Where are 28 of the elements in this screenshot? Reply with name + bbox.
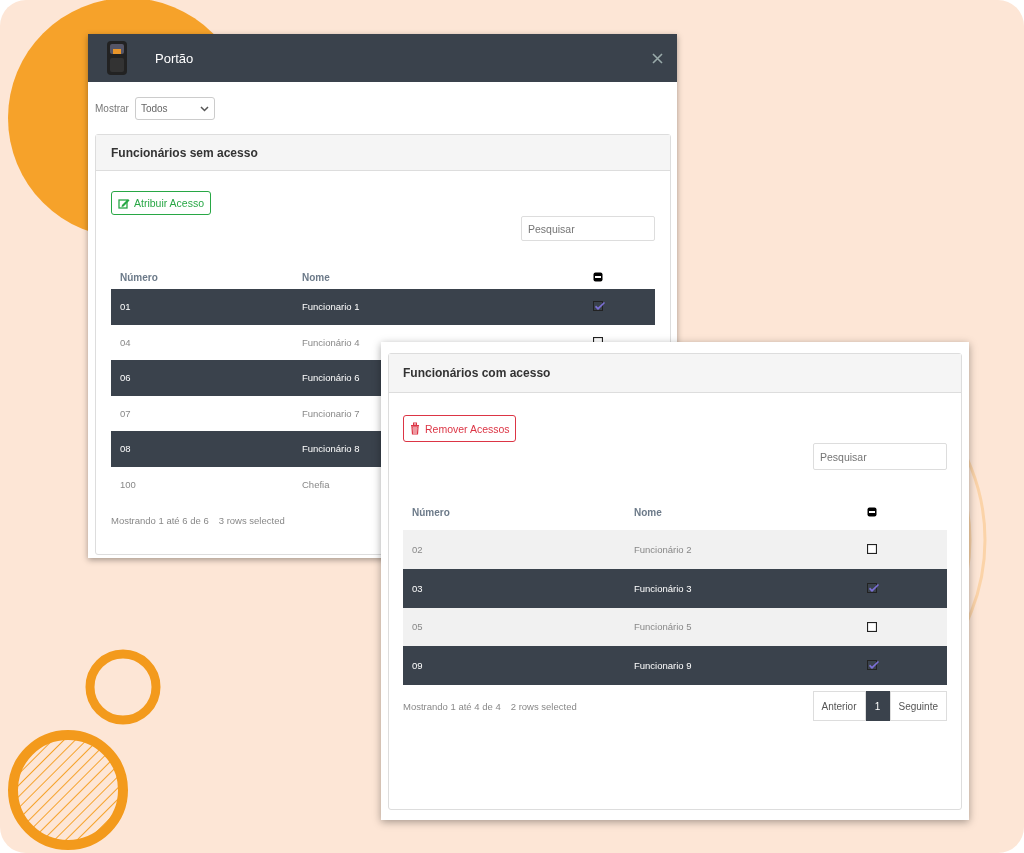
table-cell: 09 bbox=[412, 660, 423, 672]
table-cell: Funcionario 1 bbox=[302, 301, 360, 313]
table-cell: 02 bbox=[412, 543, 423, 555]
table-cell: 03 bbox=[412, 582, 423, 594]
table-cell: 06 bbox=[120, 372, 131, 384]
table-info: Mostrando 1 até 6 de 6 bbox=[111, 515, 209, 526]
table-cell: 04 bbox=[120, 336, 131, 348]
selection-info: 3 rows selected bbox=[218, 515, 285, 526]
table-cell: Funcionário 8 bbox=[302, 443, 360, 455]
table-cell: Chefia bbox=[302, 478, 330, 490]
window-title: Portão bbox=[155, 50, 195, 66]
table-cell: Funcionário 5 bbox=[634, 621, 692, 633]
filter-label: Mostrar bbox=[95, 103, 129, 114]
table-info: Mostrando 1 até 4 de 4 bbox=[403, 700, 501, 712]
table-cell: 05 bbox=[412, 621, 423, 633]
table-cell: 100 bbox=[120, 478, 136, 490]
table-cell: Funcionário 4 bbox=[302, 336, 360, 348]
table-cell: Funcionario 7 bbox=[302, 407, 360, 419]
table-cell: Funcionario 9 bbox=[634, 660, 692, 672]
table-cell: 01 bbox=[120, 301, 131, 313]
table-cell: Funcionário 6 bbox=[302, 372, 360, 384]
table-cell: Funcionário 3 bbox=[634, 582, 692, 594]
table-cell: 08 bbox=[120, 443, 131, 455]
panel-title: Funcionários com acesso bbox=[403, 366, 551, 380]
table-cell: 07 bbox=[120, 407, 131, 419]
selection-info: 2 rows selected bbox=[510, 700, 577, 712]
table-cell: Funcionário 2 bbox=[634, 543, 692, 555]
panel-title: Funcionários sem acesso bbox=[111, 145, 258, 160]
